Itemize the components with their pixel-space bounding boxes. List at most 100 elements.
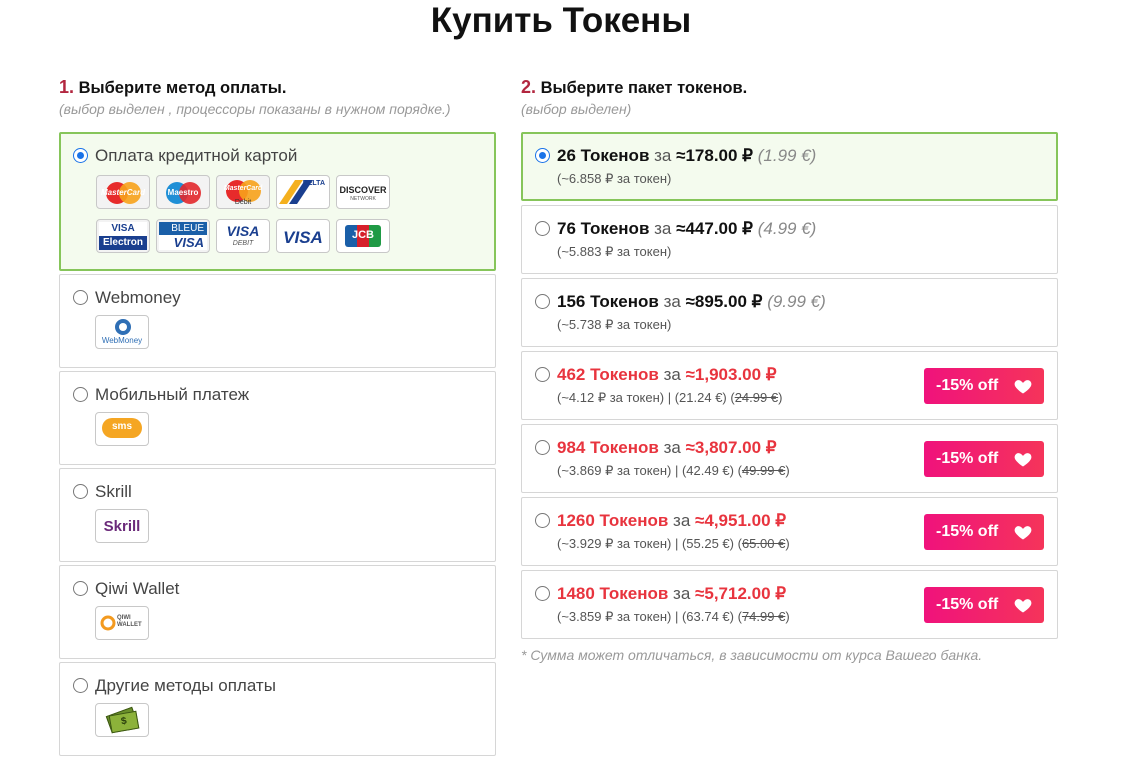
method-skrill-radio[interactable] xyxy=(73,484,88,499)
method-credit-card[interactable]: Оплата кредитной картой MasterCard Maest… xyxy=(59,132,496,271)
delta-icon: DELTA xyxy=(276,175,330,209)
visa-debit-icon: VISA DEBIT xyxy=(216,219,270,253)
package-old-price: 24.99 € xyxy=(734,390,779,405)
method-credit-card-label: Оплата кредитной картой xyxy=(95,146,298,165)
maestro-label: Maestro xyxy=(167,188,199,197)
webmoney-icon-text: WebMoney xyxy=(101,336,143,345)
step1-subtitle: (выбор выделен , процессоры показаны в н… xyxy=(59,101,451,117)
package-radio[interactable] xyxy=(535,221,550,236)
package-radio[interactable] xyxy=(535,148,550,163)
method-mobile-payment[interactable]: Мобильный платеж sms xyxy=(59,371,496,465)
page-title: Купить Токены xyxy=(430,1,692,40)
jcb-icon: JCB xyxy=(336,219,390,253)
qiwi-icon-text: QIWI WALLET xyxy=(117,615,142,628)
package-old-price: 74.99 € xyxy=(741,609,786,624)
package-close-paren: ) xyxy=(785,536,790,551)
carte-bleue-top: BLEUE xyxy=(159,222,207,235)
package-title: 76 Токенов за ≈447.00 ₽ (4.99 €) xyxy=(557,219,816,239)
package-price: ≈895.00 ₽ xyxy=(685,292,763,311)
skrill-icon-text: Skrill xyxy=(103,518,141,535)
method-other[interactable]: Другие методы оплаты $ xyxy=(59,662,496,756)
package-76[interactable]: 76 Токенов за ≈447.00 ₽ (4.99 €) (~5.883… xyxy=(521,205,1058,274)
package-tokens: 1480 Токенов xyxy=(557,584,669,603)
discount-badge-text: -15% off xyxy=(936,596,999,613)
package-26[interactable]: 26 Токенов за ≈178.00 ₽ (1.99 €) (~6.858… xyxy=(521,132,1058,201)
mastercard-label: MasterCard xyxy=(100,188,145,197)
package-per-text: (~3.859 ₽ за токен) | (63.74 €) ( xyxy=(557,609,742,624)
delta-label: DELTA xyxy=(302,180,325,187)
package-price: ≈5,712.00 ₽ xyxy=(695,584,787,603)
heart-icon xyxy=(1014,526,1032,540)
method-skrill[interactable]: Skrill Skrill xyxy=(59,468,496,562)
package-price: ≈4,951.00 ₽ xyxy=(695,511,787,530)
package-per-token: (~6.858 ₽ за токен) xyxy=(557,171,672,186)
package-156[interactable]: 156 Токенов за ≈895.00 ₽ (9.99 €) (~5.73… xyxy=(521,278,1058,347)
package-per-text: (~3.869 ₽ за токен) | (42.49 €) ( xyxy=(557,463,742,478)
package-radio[interactable] xyxy=(535,513,550,528)
skrill-icon: Skrill xyxy=(95,509,149,543)
sms-icon-text: sms xyxy=(111,421,132,432)
package-title: 156 Токенов за ≈895.00 ₽ (9.99 €) xyxy=(557,292,826,312)
mastercard-debit-sub: Debit xyxy=(234,199,252,206)
package-tokens: 156 Токенов xyxy=(557,292,659,311)
discount-badge-text: -15% off xyxy=(936,523,999,540)
qiwi-icon: QIWI WALLET xyxy=(95,606,149,640)
package-eur: (9.99 €) xyxy=(767,292,826,311)
package-close-paren: ) xyxy=(785,609,790,624)
package-tokens: 984 Токенов xyxy=(557,438,659,457)
exchange-footnote: * Сумма может отличаться, в зависимости … xyxy=(521,647,983,663)
method-skrill-label: Skrill xyxy=(95,482,132,501)
discount-badge: -15% off xyxy=(924,587,1044,623)
method-mobile-payment-radio[interactable] xyxy=(73,387,88,402)
discover-label: DISCOVER xyxy=(339,185,387,195)
package-per-text: (~4.12 ₽ за токен) | (21.24 €) ( xyxy=(557,390,735,405)
discount-badge-text: -15% off xyxy=(936,450,999,467)
package-title: 984 Токенов за ≈3,807.00 ₽ xyxy=(557,438,777,458)
maestro-icon: Maestro xyxy=(156,175,210,209)
package-tokens: 1260 Токенов xyxy=(557,511,669,530)
package-title: 462 Токенов за ≈1,903.00 ₽ xyxy=(557,365,777,385)
method-other-radio[interactable] xyxy=(73,678,88,693)
package-radio[interactable] xyxy=(535,440,550,455)
heart-icon xyxy=(1014,599,1032,613)
mastercard-debit-icon: MasterCard Debit xyxy=(216,175,270,209)
package-eur: (1.99 €) xyxy=(757,146,817,165)
package-per-token: (~4.12 ₽ за токен) | (21.24 €) (24.99 €) xyxy=(557,390,782,406)
package-radio[interactable] xyxy=(535,586,550,601)
heart-icon xyxy=(1014,453,1032,467)
method-webmoney[interactable]: Webmoney WebMoney xyxy=(59,274,496,368)
mastercard-icon: MasterCard xyxy=(96,175,150,209)
visa-debit-label: VISA xyxy=(226,223,260,239)
package-per-token: (~3.859 ₽ за токен) | (63.74 €) (74.99 €… xyxy=(557,609,790,625)
visa-electron-icon: VISA Electron xyxy=(96,219,150,253)
package-984[interactable]: 984 Токенов за ≈3,807.00 ₽ (~3.869 ₽ за … xyxy=(521,424,1058,493)
method-qiwi-radio[interactable] xyxy=(73,581,88,596)
discount-badge: -15% off xyxy=(924,441,1044,477)
cash-icon-text: $ xyxy=(108,710,140,734)
package-old-price: 65.00 € xyxy=(741,536,786,551)
package-radio[interactable] xyxy=(535,294,550,309)
jcb-label: JCB xyxy=(351,229,374,241)
package-za: за xyxy=(663,292,681,311)
package-radio[interactable] xyxy=(535,367,550,382)
method-qiwi[interactable]: Qiwi Wallet QIWI WALLET xyxy=(59,565,496,659)
method-webmoney-label: Webmoney xyxy=(95,288,181,307)
visa-electron-top: VISA xyxy=(99,222,147,236)
package-za: за xyxy=(663,365,681,384)
step2-title: 2. Выберите пакет токенов. xyxy=(521,77,747,98)
package-price: ≈447.00 ₽ xyxy=(676,219,753,238)
step2-number: 2. xyxy=(521,77,537,97)
carte-bleue-icon: BLEUE VISA xyxy=(156,219,210,253)
visa-electron-bottom: Electron xyxy=(99,236,147,250)
discover-icon: DISCOVER NETWORK xyxy=(336,175,390,209)
step1-number: 1. xyxy=(59,77,75,97)
carte-bleue-bottom: VISA xyxy=(159,235,207,250)
package-za: за xyxy=(673,511,691,530)
package-1480[interactable]: 1480 Токенов за ≈5,712.00 ₽ (~3.859 ₽ за… xyxy=(521,570,1058,639)
package-462[interactable]: 462 Токенов за ≈1,903.00 ₽ (~4.12 ₽ за т… xyxy=(521,351,1058,420)
method-qiwi-label: Qiwi Wallet xyxy=(95,579,180,598)
method-webmoney-radio[interactable] xyxy=(73,290,88,305)
method-credit-card-radio[interactable] xyxy=(73,148,88,163)
step1-title: 1. Выберите метод оплаты. xyxy=(59,77,286,98)
package-1260[interactable]: 1260 Токенов за ≈4,951.00 ₽ (~3.929 ₽ за… xyxy=(521,497,1058,566)
